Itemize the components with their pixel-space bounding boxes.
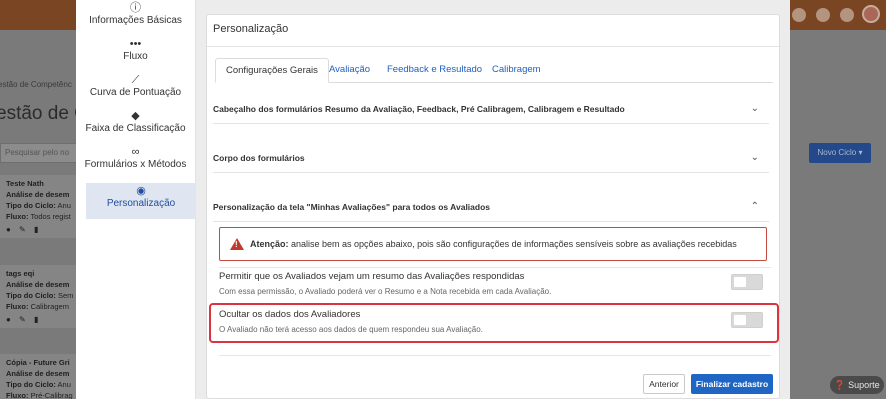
divider [219, 355, 771, 356]
help-circle-icon[interactable] [816, 8, 830, 22]
support-button[interactable]: ❓ Suporte [830, 376, 884, 394]
sidebar-item-label: Personalização [106, 198, 176, 209]
warning-icon [230, 238, 244, 250]
background-content: estão de Competênc estão de C Pesquisar … [0, 30, 88, 399]
chevron-down-icon: ⌄ [750, 103, 759, 114]
finish-button[interactable]: Finalizar cadastro [691, 374, 773, 394]
modal-main: Personalização Configurações Gerais Aval… [196, 0, 790, 399]
new-cycle-button[interactable]: Novo Ciclo ▾ [809, 143, 871, 163]
option-resumo-avaliacoes: Permitir que os Avaliados vejam um resum… [219, 268, 771, 300]
option-description: O Avaliado não terá acesso aos dados de … [219, 325, 483, 334]
sidebar-item-formularios-x-metodos[interactable]: ∞ Formulários x Métodos [76, 144, 195, 180]
sidebar-item-informacoes-basicas[interactable]: ⓘ Informações Básicas [76, 0, 195, 36]
card-actions-icon[interactable]: ● ✎ ▮ [6, 314, 72, 325]
accordion-label: Corpo dos formulários [213, 153, 305, 163]
cycle-card[interactable]: tags eqi Análise de desem Tipo do Ciclo:… [0, 265, 78, 328]
sidebar-item-label: Informações Básicas [89, 15, 182, 26]
eye-icon: ◉ [136, 185, 146, 197]
accordion-label: Cabeçalho dos formulários Resumo da Aval… [213, 104, 625, 114]
personalization-panel: Personalização Configurações Gerais Aval… [206, 14, 780, 399]
accordion-label: Personalização da tela "Minhas Avaliaçõe… [213, 202, 491, 212]
sidebar-item-label: Curva de Pontuação [89, 87, 182, 98]
help-icon[interactable] [792, 8, 806, 22]
warning-alert: Atenção: analise bem as opções abaixo, p… [219, 227, 767, 261]
chevron-down-icon: ⌄ [750, 152, 759, 163]
sidebar-item-label: Faixa de Classificação [85, 123, 186, 134]
flow-icon: ••• [129, 38, 142, 50]
support-label: Suporte [848, 380, 880, 390]
tab-bar: Configurações Gerais Avaliação Feedback … [215, 58, 773, 83]
sidebar-item-faixa-de-classificacao[interactable]: ◆ Faixa de Classificação [76, 108, 195, 144]
sidebar-item-label: Fluxo [123, 51, 148, 62]
option-title: Permitir que os Avaliados vejam um resum… [219, 271, 525, 282]
warning-label: Atenção: [250, 239, 289, 249]
accordion-cabecalho[interactable]: Cabeçalho dos formulários Resumo da Aval… [213, 94, 769, 124]
option-description: Com essa permissão, o Avaliado poderá ve… [219, 287, 552, 296]
cycle-card[interactable]: Cópia - Future Gri Análise de desem Tipo… [0, 354, 78, 399]
ocultar-avaliadores-toggle[interactable] [731, 312, 763, 328]
tab-feedback-e-resultado[interactable]: Feedback e Resultado [377, 58, 492, 83]
avatar[interactable] [862, 5, 880, 23]
sidebar-item-curva-de-pontuacao[interactable]: ⟋ Curva de Pontuação [76, 72, 195, 108]
resumo-toggle[interactable] [731, 274, 763, 290]
breadcrumb: estão de Competênc [0, 80, 72, 89]
panel-title: Personalização [207, 15, 779, 47]
sidebar-item-label: Formulários x Métodos [84, 159, 187, 170]
chart-line-icon: ⟋ [131, 74, 140, 86]
help-icon: ❓ [834, 380, 846, 390]
tab-configuracoes-gerais[interactable]: Configurações Gerais [215, 58, 329, 83]
gear-icon[interactable] [840, 8, 854, 22]
previous-button[interactable]: Anterior [643, 374, 685, 394]
warning-text: analise bem as opções abaixo, pois são c… [288, 239, 737, 249]
background-right: Novo Ciclo ▾ [790, 30, 886, 399]
card-actions-icon[interactable]: ● ✎ ▮ [6, 224, 72, 235]
page-title: estão de C [0, 103, 88, 124]
tab-calibragem[interactable]: Calibragem [482, 58, 551, 83]
sidebar-item-personalizacao[interactable]: ◉ Personalização [86, 183, 196, 219]
info-icon: ⓘ [130, 2, 141, 14]
tag-icon: ◆ [131, 110, 140, 122]
option-title: Ocultar os dados dos Avaliadores [219, 309, 361, 320]
link-icon: ∞ [131, 146, 140, 158]
search-input[interactable]: Pesquisar pelo no [0, 143, 78, 163]
option-ocultar-avaliadores: Ocultar os dados dos Avaliadores O Avali… [219, 306, 771, 338]
chevron-up-icon: ⌃ [750, 201, 759, 212]
accordion-corpo[interactable]: Corpo dos formulários ⌄ [213, 143, 769, 173]
sidebar-item-fluxo[interactable]: ••• Fluxo [76, 36, 195, 72]
modal-sidebar: ⓘ Informações Básicas ••• Fluxo ⟋ Curva … [76, 0, 196, 399]
accordion-minhas-avaliacoes[interactable]: Personalização da tela "Minhas Avaliaçõe… [213, 192, 769, 222]
cycle-card[interactable]: Teste Nath Análise de desem Tipo do Cicl… [0, 175, 78, 238]
tab-avaliacao[interactable]: Avaliação [319, 58, 380, 83]
